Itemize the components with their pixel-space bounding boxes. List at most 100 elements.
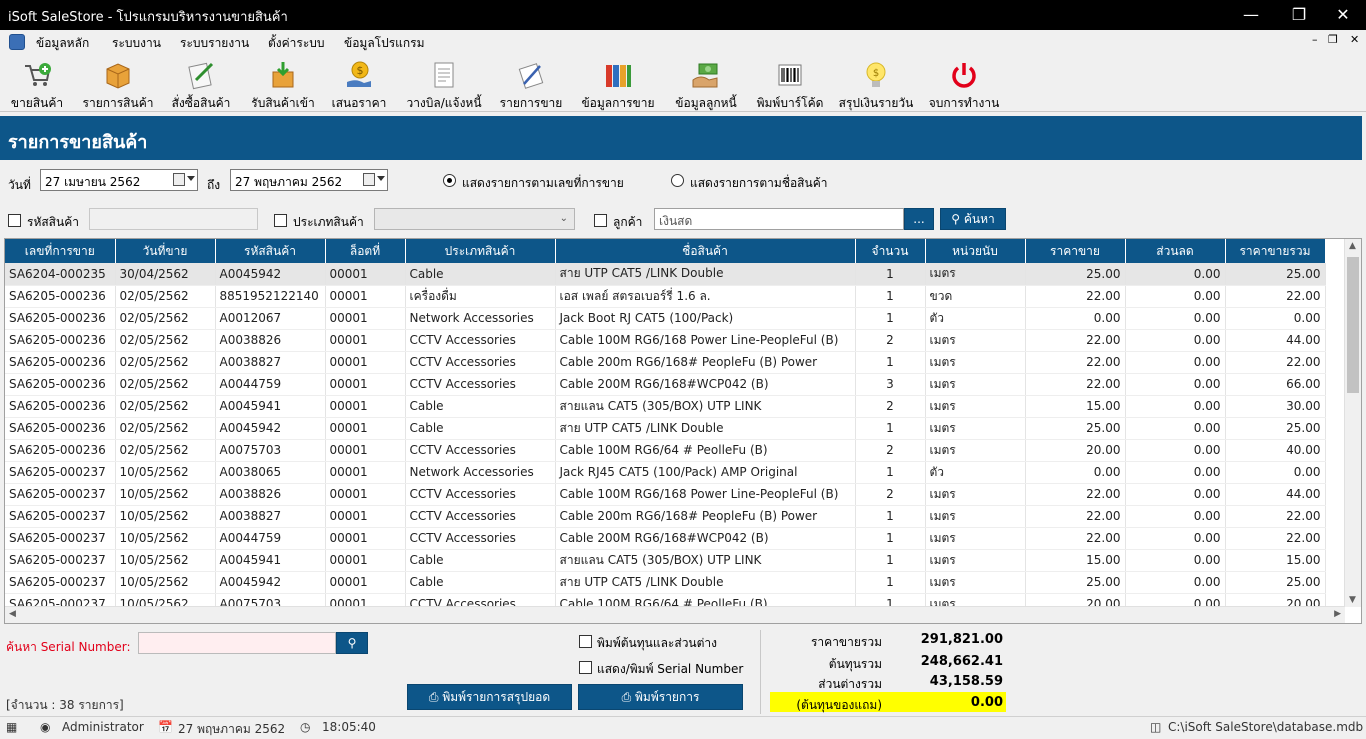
table-cell: 00001 — [325, 351, 406, 374]
customer-browse-button[interactable]: ... — [904, 208, 934, 230]
column-header[interactable]: ล็อตที่ — [325, 239, 406, 263]
show-serial-checkbox[interactable] — [579, 661, 592, 674]
calendar-icon — [173, 173, 185, 186]
column-header[interactable]: เลขที่การขาย — [5, 239, 116, 263]
table-cell: 1 — [855, 527, 926, 550]
menu-settings[interactable]: ตั้งค่าระบบ — [268, 34, 325, 53]
radio-by-product-label[interactable]: แสดงรายการตามชื่อสินค้า — [690, 174, 827, 193]
column-header[interactable]: วันที่ขาย — [115, 239, 216, 263]
toolbar-barcode-button[interactable]: พิมพ์บาร์โค้ด — [752, 54, 828, 112]
column-header[interactable]: รหัสสินค้า — [215, 239, 326, 263]
table-row[interactable]: SA6205-000236 02/05/2562 A0038827 00001 CCTV… — [5, 351, 1326, 374]
customer-input[interactable]: เงินสด — [654, 208, 904, 230]
from-date-picker[interactable]: 27 เมษายน 2562 — [40, 169, 198, 191]
toolbar-order-button[interactable]: สั่งซื้อสินค้า — [166, 54, 236, 112]
table-cell: สายแลน CAT5 (305/BOX) UTP LINK — [555, 549, 856, 572]
table-row[interactable]: SA6205-000237 10/05/2562 A0044759 00001 CCTV… — [5, 527, 1326, 550]
toolbar-quote-button[interactable]: $ เสนอราคา — [328, 54, 390, 112]
toolbar-products-button[interactable]: รายการสินค้า — [80, 54, 156, 112]
table-row[interactable]: SA6204-000235 30/04/2562 A0045942 00001 Cabl… — [5, 263, 1326, 286]
table-cell: 0.00 — [1125, 395, 1226, 418]
table-cell: 0.00 — [1125, 351, 1226, 374]
table-row[interactable]: SA6205-000236 02/05/2562 8851952122140 0000… — [5, 285, 1326, 308]
table-row[interactable]: SA6205-000236 02/05/2562 A0075703 00001 CCTV… — [5, 439, 1326, 462]
minimize-button[interactable]: — — [1228, 0, 1274, 30]
radio-by-sale-no[interactable] — [443, 174, 456, 187]
table-cell: SA6205-000236 — [5, 439, 116, 462]
product-type-select[interactable]: ⌄ — [374, 208, 575, 230]
horizontal-scrollbar[interactable]: ◀ ▶ — [5, 606, 1345, 623]
mdi-close-icon[interactable]: ✕ — [1350, 33, 1359, 46]
table-cell: CCTV Accessories — [405, 439, 556, 462]
menu-system[interactable]: ระบบงาน — [112, 34, 161, 53]
table-row[interactable]: SA6205-000236 02/05/2562 A0044759 00001 CCTV… — [5, 373, 1326, 396]
table-cell: SA6205-000237 — [5, 505, 116, 528]
table-cell: 22.00 — [1025, 285, 1126, 308]
serial-search-input[interactable] — [138, 632, 336, 654]
maximize-button[interactable]: ❐ — [1276, 0, 1322, 30]
table-row[interactable]: SA6205-000237 10/05/2562 A0045942 00001 Cabl… — [5, 571, 1326, 594]
mdi-restore-icon[interactable]: ❐ — [1328, 33, 1338, 46]
table-cell: 02/05/2562 — [115, 439, 216, 462]
column-header[interactable]: หน่วยนับ — [925, 239, 1026, 263]
column-header[interactable]: ราคาขายรวม — [1225, 239, 1326, 263]
table-cell: ตัว — [925, 461, 1026, 484]
toolbar-receive-button[interactable]: รับสินค้าเข้า — [246, 54, 320, 112]
table-row[interactable]: SA6205-000237 10/05/2562 A0038827 00001 CCTV… — [5, 505, 1326, 528]
menu-bar: ข้อมูลหลัก ระบบงาน ระบบรายงาน ตั้งค่าระบ… — [0, 30, 1366, 54]
table-cell: 2 — [855, 395, 926, 418]
table-row[interactable]: SA6205-000237 10/05/2562 A0045941 00001 Cabl… — [5, 549, 1326, 572]
serial-search-button[interactable]: ⚲ — [336, 632, 368, 654]
menu-master-data[interactable]: ข้อมูลหลัก — [36, 34, 89, 53]
toolbar-sales-data-button[interactable]: ข้อมูลการขาย — [576, 54, 660, 112]
search-button[interactable]: ⚲ ค้นหา — [940, 208, 1006, 230]
customer-checkbox[interactable] — [594, 214, 607, 227]
scroll-right-icon[interactable]: ▶ — [1334, 609, 1341, 619]
table-row[interactable]: SA6205-000236 02/05/2562 A0038826 00001 CCTV… — [5, 329, 1326, 352]
menu-reports[interactable]: ระบบรายงาน — [180, 34, 249, 53]
table-row[interactable]: SA6205-000236 02/05/2562 A0012067 00001 Netw… — [5, 307, 1326, 330]
toolbar-exit-button[interactable]: จบการทำงาน — [926, 54, 1002, 112]
app-icon[interactable] — [9, 34, 25, 50]
toolbar-sales-list-button[interactable]: รายการขาย — [496, 54, 566, 112]
toolbar-daily-summary-button[interactable]: $ สรุปเงินรายวัน — [836, 54, 916, 112]
column-header[interactable]: ชื่อสินค้า — [555, 239, 856, 263]
column-header[interactable]: ส่วนลด — [1125, 239, 1226, 263]
toolbar-invoice-button[interactable]: วางบิล/แจ้งหนี้ — [402, 54, 486, 112]
table-cell: 22.00 — [1225, 527, 1326, 550]
to-date-picker[interactable]: 27 พฤษภาคม 2562 — [230, 169, 388, 191]
scroll-left-icon[interactable]: ◀ — [9, 609, 16, 619]
table-cell: A0075703 — [215, 439, 326, 462]
table-row[interactable]: SA6205-000237 10/05/2562 A0038065 00001 Netw… — [5, 461, 1326, 484]
radio-by-product[interactable] — [671, 174, 684, 187]
product-code-checkbox[interactable] — [8, 214, 21, 227]
print-list-button[interactable]: ⎙ พิมพ์รายการ — [578, 684, 743, 710]
table-cell: 02/05/2562 — [115, 307, 216, 330]
table-row[interactable]: SA6205-000236 02/05/2562 A0045941 00001 Cabl… — [5, 395, 1326, 418]
toolbar-debtor-button[interactable]: ข้อมูลลูกหนี้ — [670, 54, 742, 112]
sales-grid[interactable]: เลขที่การขาย วันที่ขาย รหัสสินค้า ล็อตที่ ปร… — [4, 238, 1362, 624]
product-code-input[interactable] — [89, 208, 258, 230]
mdi-minimize-icon[interactable]: – — [1312, 33, 1318, 46]
toolbar-sell-button[interactable]: ขายสินค้า — [4, 54, 70, 112]
scroll-thumb[interactable] — [1347, 257, 1359, 393]
scroll-up-icon[interactable]: ▲ — [1349, 241, 1356, 251]
close-button[interactable]: ✕ — [1320, 0, 1366, 30]
product-type-checkbox[interactable] — [274, 214, 287, 227]
print-summary-button[interactable]: ⎙ พิมพ์รายการสรุปยอด — [407, 684, 572, 710]
table-row[interactable]: SA6205-000236 02/05/2562 A0045942 00001 Cabl… — [5, 417, 1326, 440]
column-header[interactable]: ราคาขาย — [1025, 239, 1126, 263]
radio-by-sale-no-label[interactable]: แสดงรายการตามเลขที่การขาย — [462, 174, 624, 193]
scroll-down-icon[interactable]: ▼ — [1349, 595, 1356, 605]
grid-menu-icon[interactable]: ▦ — [6, 720, 17, 734]
menu-about[interactable]: ข้อมูลโปรแกรม — [344, 34, 425, 53]
table-cell: SA6205-000236 — [5, 373, 116, 396]
table-row[interactable]: SA6205-000237 10/05/2562 A0038826 00001 CCTV… — [5, 483, 1326, 506]
table-cell: 30/04/2562 — [115, 263, 216, 286]
from-date-value: 27 เมษายน 2562 — [45, 175, 141, 189]
print-cost-checkbox[interactable] — [579, 635, 592, 648]
column-header[interactable]: จำนวน — [855, 239, 926, 263]
vertical-scrollbar[interactable]: ▲ ▼ — [1344, 239, 1361, 607]
column-header[interactable]: ประเภทสินค้า — [405, 239, 556, 263]
table-cell: A0038826 — [215, 329, 326, 352]
